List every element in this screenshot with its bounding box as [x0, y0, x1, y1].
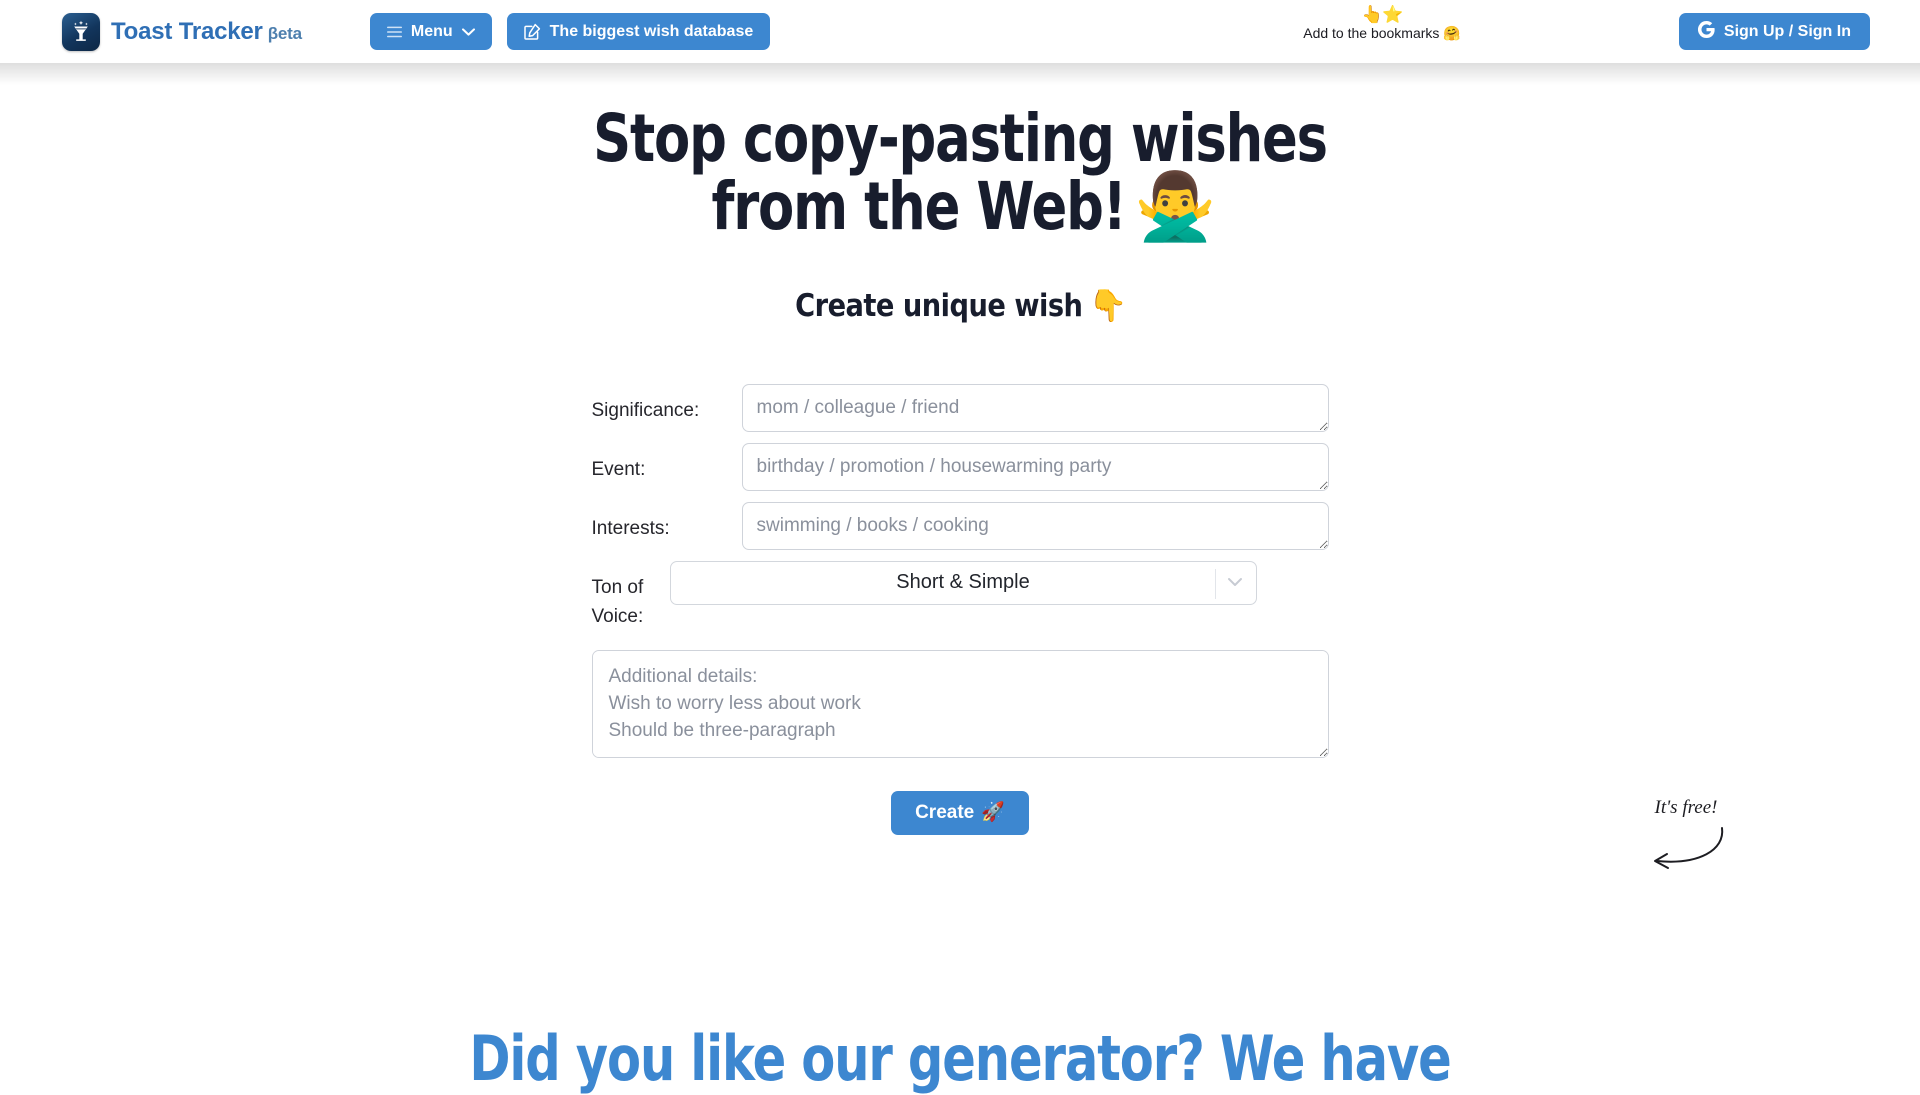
- chevron-down-icon: [1227, 574, 1243, 592]
- wish-database-button[interactable]: The biggest wish database: [506, 13, 771, 50]
- hero-section: Stop copy-pasting wishes from the Web! 🙅…: [0, 63, 1920, 324]
- create-button-label: Create: [915, 802, 975, 824]
- edit-square-icon: [523, 23, 541, 40]
- tone-of-voice-selected-value: Short & Simple: [896, 571, 1030, 594]
- rocket-emoji-icon: 🚀: [981, 802, 1005, 824]
- significance-input[interactable]: [741, 383, 1329, 432]
- no-gesture-emoji-icon: 🙅‍♂️: [1134, 167, 1217, 245]
- additional-details-input[interactable]: [591, 649, 1329, 758]
- create-action-row: Create 🚀 It's free!: [592, 790, 1723, 869]
- tone-of-voice-label: Ton of Voice:: [591, 576, 644, 628]
- hamburger-icon: [386, 26, 402, 38]
- bottom-section-heading: Did you like our generator? We have: [469, 1022, 1451, 1095]
- tone-of-voice-select[interactable]: Short & Simple: [669, 560, 1257, 605]
- subheadline-text: Create unique wish: [795, 287, 1083, 324]
- significance-label: Significance:: [591, 399, 700, 421]
- cocktail-glass-sparkle-icon: [62, 12, 100, 51]
- wish-database-button-label: The biggest wish database: [549, 22, 754, 40]
- select-divider: [1214, 568, 1216, 599]
- brand-logo-link[interactable]: Toast Tracker βeta: [62, 12, 302, 51]
- wish-generator-form: Significance: Event: Interests: Ton of V…: [591, 383, 1723, 869]
- chevron-down-icon: [461, 27, 475, 36]
- event-label: Event:: [591, 458, 646, 480]
- brand-beta-tag: βeta: [267, 23, 302, 43]
- page-headline: Stop copy-pasting wishes from the Web! 🙅…: [480, 105, 1440, 241]
- top-header: Toast Tracker βeta Menu The biggest wish…: [0, 0, 1920, 63]
- event-input[interactable]: [741, 442, 1329, 491]
- interests-input[interactable]: [741, 501, 1329, 550]
- point-down-emoji-icon: 👇: [1089, 287, 1128, 324]
- brand-name: Toast Tracker βeta: [111, 18, 302, 46]
- header-nav: Menu The biggest wish database: [369, 13, 771, 50]
- form-row-event: Event:: [591, 442, 1329, 491]
- menu-button[interactable]: Menu: [369, 13, 492, 50]
- menu-button-label: Menu: [410, 22, 453, 40]
- sign-in-button-label: Sign Up / Sign In: [1723, 22, 1851, 40]
- its-free-note: It's free!: [1654, 796, 1718, 818]
- bookmark-hint-text: Add to the bookmarks 🤗: [1303, 25, 1461, 41]
- header-shadow: [0, 63, 1920, 85]
- brand-name-text: Toast Tracker: [111, 17, 263, 45]
- google-g-icon: [1697, 20, 1715, 42]
- headline-line-2: from the Web!: [711, 167, 1126, 245]
- create-button[interactable]: Create 🚀: [891, 790, 1029, 835]
- interests-label: Interests:: [591, 517, 670, 539]
- curved-arrow-icon: [1627, 824, 1737, 879]
- page-subheadline: Create unique wish 👇: [115, 287, 1805, 324]
- bookmark-pointer-star-icon: 👆⭐: [1361, 5, 1403, 24]
- form-row-tone: Ton of Voice: Short & Simple: [591, 560, 1329, 632]
- form-row-interests: Interests:: [591, 501, 1329, 550]
- add-to-bookmarks-hint[interactable]: 👆⭐ Add to the bookmarks 🤗: [1262, 6, 1502, 42]
- form-row-significance: Significance:: [591, 383, 1329, 432]
- headline-line-1: Stop copy-pasting wishes: [593, 100, 1328, 177]
- sign-up-sign-in-button[interactable]: Sign Up / Sign In: [1678, 13, 1870, 50]
